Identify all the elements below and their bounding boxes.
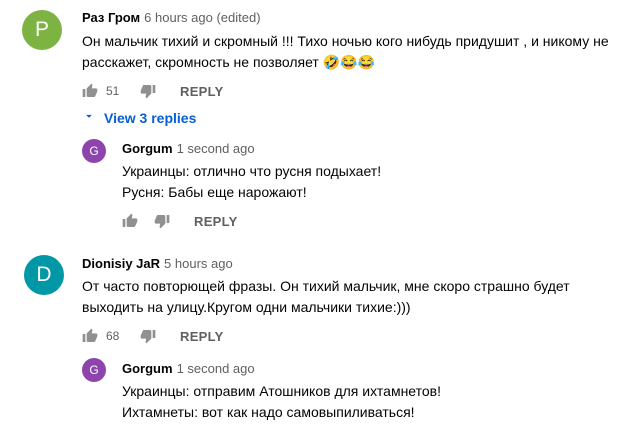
avatar-letter: G — [89, 144, 99, 158]
view-replies-button[interactable]: View 3 replies — [82, 109, 196, 126]
avatar-letter: G — [89, 363, 99, 377]
comment-author[interactable]: Gorgum 1 second ago — [122, 361, 255, 376]
comment-text-line: Украинцы: отлично что русня подыхает! — [122, 163, 382, 179]
author-name[interactable]: Gorgum — [122, 361, 173, 376]
author-name[interactable]: Gorgum — [122, 141, 173, 156]
thumb-up-icon[interactable] — [82, 328, 98, 344]
comment-text-line: выходить на улицу.Кругом одни мальчики т… — [82, 299, 411, 315]
comment-text-line: Украинцы: отправим Атошников для ихтамне… — [122, 383, 441, 399]
comment-text-line: Ихтамнеты: вот как надо самовыпиливаться… — [122, 404, 415, 420]
comment-text-line: Он мальчик тихий и скромный !!! Тихо ноч… — [82, 33, 609, 49]
comment-time[interactable]: 5 hours ago — [164, 256, 233, 271]
comment-actions: 51 REPLY — [82, 81, 224, 101]
avatar-letter: P — [34, 18, 49, 41]
reply-button[interactable]: REPLY — [194, 214, 238, 229]
view-replies-label: View 3 replies — [104, 109, 197, 126]
avatar[interactable]: P — [22, 10, 62, 50]
avatar[interactable]: G — [82, 139, 106, 163]
thumb-down-icon[interactable] — [140, 328, 156, 344]
comment-time[interactable]: 6 hours ago (edited) — [144, 10, 260, 25]
author-name[interactable]: Dionisiy JaR — [82, 256, 160, 271]
thumb-down-icon[interactable] — [154, 213, 170, 229]
comment-time[interactable]: 1 second ago — [177, 361, 255, 376]
comment-text-line: расскажет, скромность не позволяет 🤣😂😂 — [82, 54, 376, 70]
comment-time[interactable]: 1 second ago — [177, 141, 255, 156]
avatar-letter: D — [36, 263, 52, 286]
like-count: 68 — [106, 329, 120, 343]
reply-button[interactable]: REPLY — [180, 84, 224, 99]
comment-text-line: Русня: Бабы еще нарожают! — [122, 184, 307, 200]
comment-actions: REPLY — [122, 211, 238, 231]
chevron-down-icon — [82, 109, 96, 126]
comment-actions: 68 REPLY — [82, 326, 224, 346]
reply-button[interactable]: REPLY — [180, 329, 224, 344]
avatar[interactable]: G — [82, 358, 106, 382]
thumb-up-icon[interactable] — [122, 213, 138, 229]
thumb-up-icon[interactable] — [82, 83, 98, 99]
author-name[interactable]: Раз Гром — [82, 10, 140, 25]
avatar[interactable]: D — [24, 255, 64, 295]
thumb-down-icon[interactable] — [140, 83, 156, 99]
comment-author[interactable]: Gorgum 1 second ago — [122, 141, 255, 156]
comment-text-line: От часто повторющей фразы. Он тихий маль… — [82, 278, 570, 294]
comment-author[interactable]: Раз Гром 6 hours ago (edited) — [82, 10, 261, 25]
like-count: 51 — [106, 84, 120, 98]
comment-author[interactable]: Dionisiy JaR 5 hours ago — [82, 256, 233, 271]
